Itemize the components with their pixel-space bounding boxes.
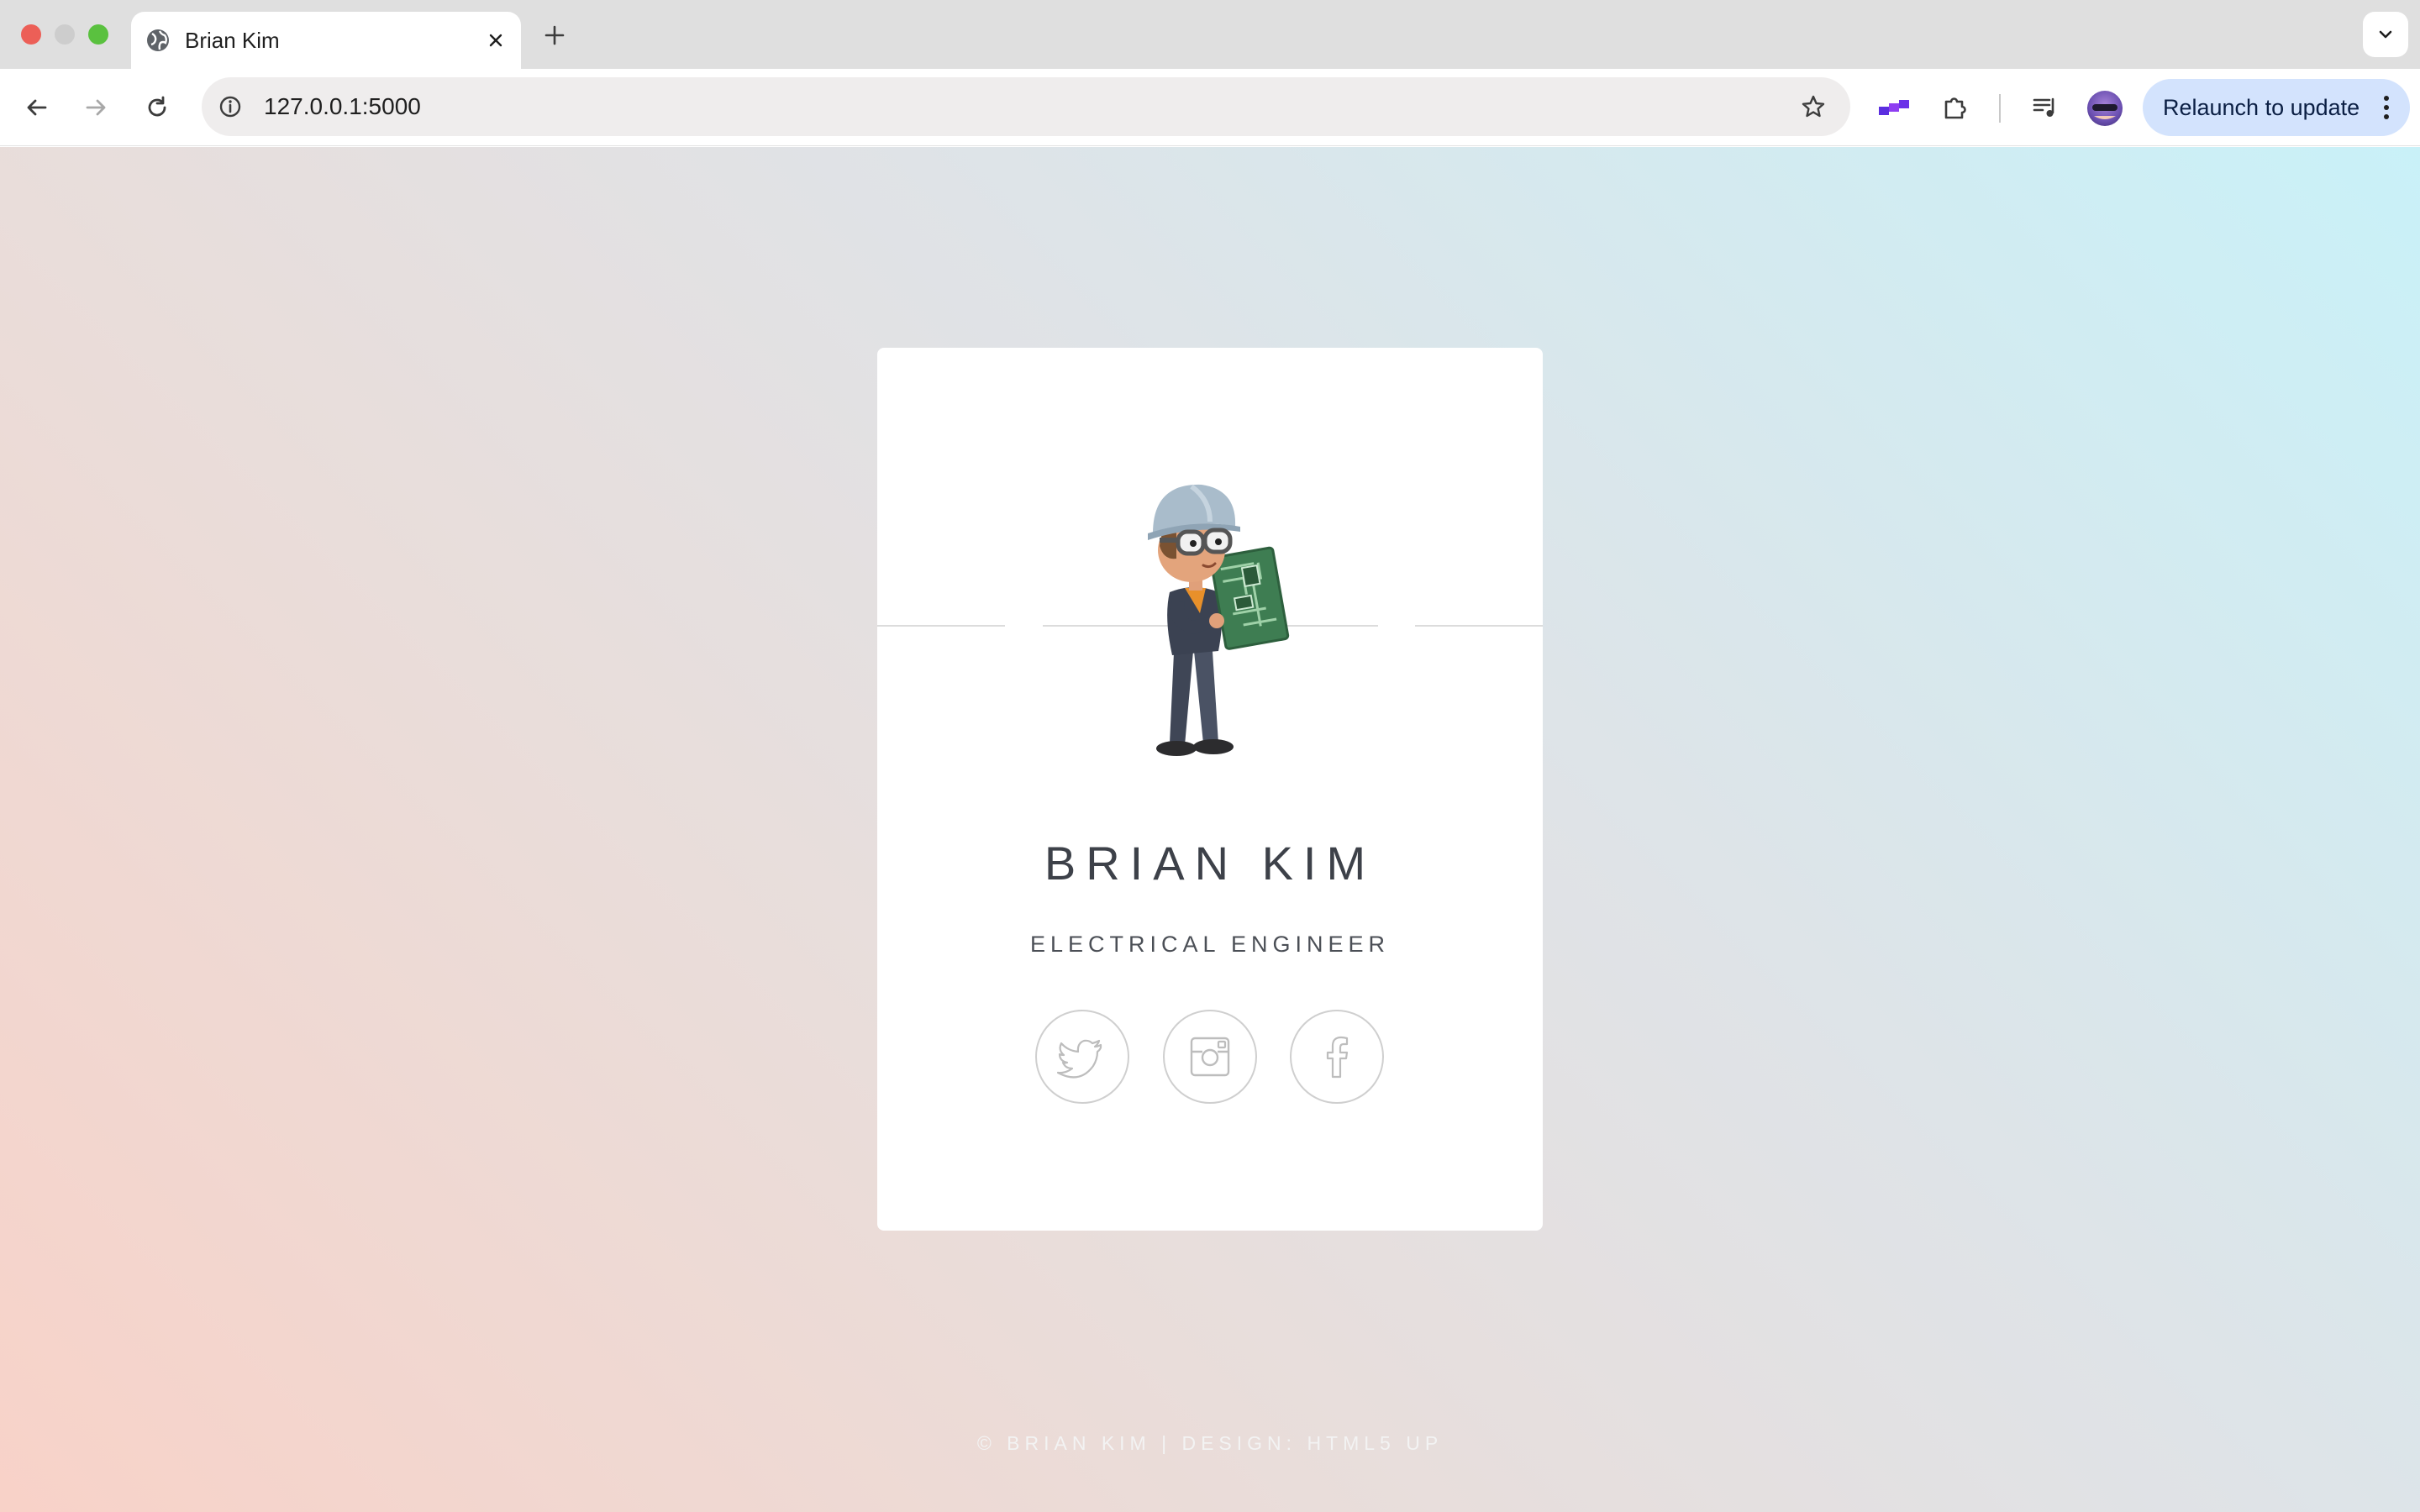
relaunch-label: Relaunch to update: [2163, 95, 2360, 120]
media-controls-button[interactable]: [2027, 89, 2064, 126]
address-url: 127.0.0.1:5000: [264, 93, 421, 119]
bookmark-star-icon[interactable]: [1798, 92, 1828, 122]
window-close-button[interactable]: [21, 24, 41, 45]
twitter-link[interactable]: [1035, 1010, 1129, 1104]
tab-title: Brian Kim: [185, 28, 280, 53]
globe-icon: [145, 27, 171, 54]
forward-arrow-icon: [86, 99, 106, 116]
back-button[interactable]: [18, 89, 55, 126]
browser-toolbar: 127.0.0.1:5000 Relaunch to update: [0, 69, 2420, 146]
new-tab-button[interactable]: [538, 18, 571, 52]
site-info-icon[interactable]: [215, 92, 245, 122]
profile-avatar-icon[interactable]: [2087, 91, 2123, 126]
footer-credits: © BRIAN KIM | DESIGN: HTML5 UP: [976, 1432, 1444, 1454]
divider-line: [877, 625, 1005, 627]
browser-tab-active[interactable]: Brian Kim: [131, 12, 521, 69]
puzzle-icon: [1944, 97, 1966, 119]
tab-search-button[interactable]: [2363, 12, 2408, 57]
browser-tab-strip: Brian Kim: [0, 0, 2420, 69]
instagram-link[interactable]: [1163, 1010, 1257, 1104]
window-minimize-button[interactable]: [55, 24, 75, 45]
twitter-icon: [1057, 1039, 1102, 1079]
engineer-avatar-illustration: [1092, 466, 1328, 769]
address-bar[interactable]: 127.0.0.1:5000: [202, 77, 1850, 136]
toolbar-separator: [1999, 94, 2001, 123]
extension-icon: [1879, 100, 1909, 115]
forward-button[interactable]: [77, 89, 114, 126]
instagram-icon: [1190, 1037, 1230, 1077]
facebook-link[interactable]: [1290, 1010, 1384, 1104]
tab-close-icon[interactable]: [482, 27, 509, 54]
media-queue-icon: [2033, 97, 2054, 117]
page-background: BRIAN KIM ELECTRICAL ENGINEER © BRIAN KI…: [0, 147, 2420, 1512]
more-vert-icon[interactable]: [2376, 91, 2396, 124]
reload-button[interactable]: [139, 89, 176, 126]
facebook-icon: [1326, 1036, 1349, 1079]
divider-line: [1415, 625, 1543, 627]
profile-title: ELECTRICAL ENGINEER: [1029, 932, 1391, 957]
window-maximize-button[interactable]: [88, 24, 108, 45]
back-arrow-icon: [27, 99, 47, 116]
plus-icon: [544, 25, 565, 45]
reload-icon: [148, 96, 166, 117]
extensions-menu-button[interactable]: [1937, 89, 1974, 126]
relaunch-to-update-button[interactable]: Relaunch to update: [2143, 79, 2410, 136]
profile-name: BRIAN KIM: [1044, 837, 1376, 890]
extension-button[interactable]: [1876, 89, 1912, 126]
chevron-down-icon: [2379, 30, 2392, 39]
